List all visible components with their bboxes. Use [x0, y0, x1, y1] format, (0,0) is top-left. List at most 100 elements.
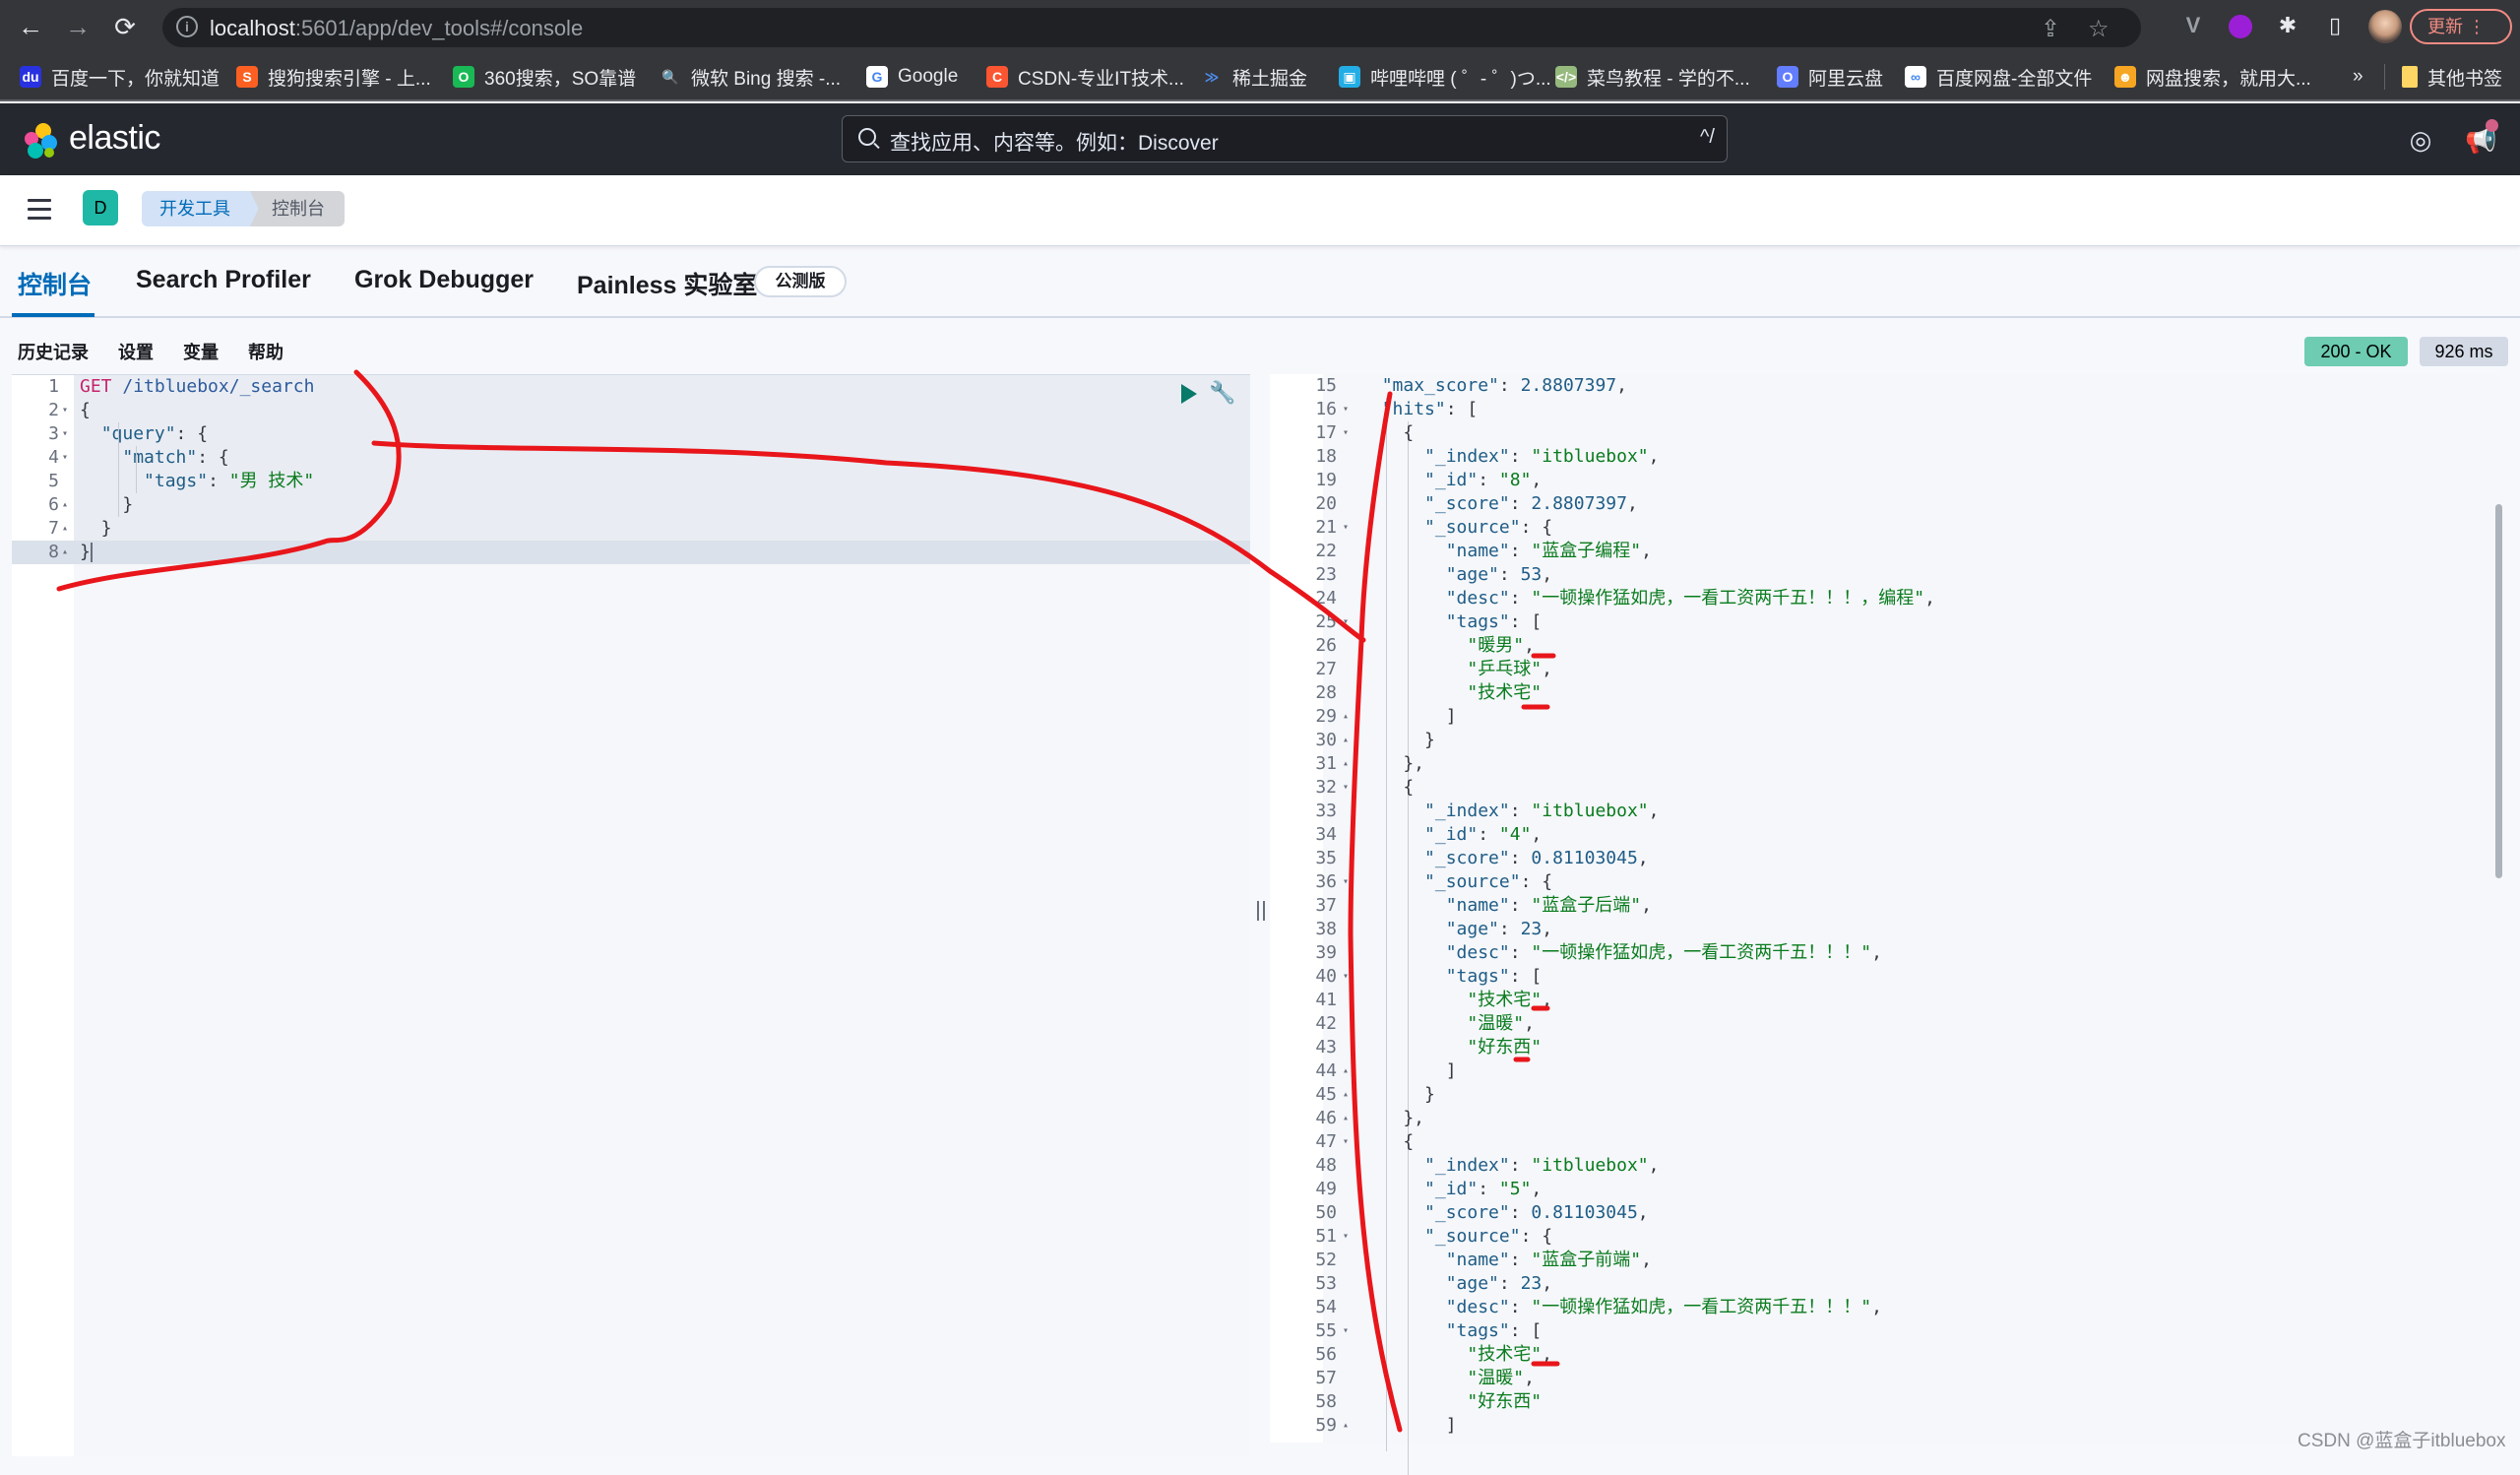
- code-line[interactable]: 38 "age": 23,: [1270, 918, 2500, 941]
- code-line[interactable]: 6 ▴ }: [12, 493, 1250, 517]
- fold-toggle-icon[interactable]: ▴: [1343, 1107, 1349, 1130]
- fold-toggle-icon[interactable]: ▾: [62, 422, 68, 446]
- code-line[interactable]: 7 ▴ }: [12, 517, 1250, 541]
- code-line[interactable]: 20 "_score": 2.8807397,: [1270, 492, 2500, 516]
- update-button[interactable]: 更新 ⋮: [2410, 9, 2512, 44]
- code-line[interactable]: 41 "技术宅",: [1270, 989, 2500, 1012]
- fold-toggle-icon[interactable]: ▾: [62, 446, 68, 470]
- wrench-actions-icon[interactable]: 🔧: [1209, 380, 1235, 406]
- code-line[interactable]: 31 ▴ },: [1270, 752, 2500, 776]
- code-line[interactable]: 36 ▾ "_source": {: [1270, 870, 2500, 894]
- code-line[interactable]: 45 ▴ }: [1270, 1083, 2500, 1107]
- tab-search-profiler[interactable]: Search Profiler: [136, 266, 311, 294]
- code-line[interactable]: 8 ▴}: [12, 541, 1250, 564]
- bookmark-item[interactable]: S 搜狗搜索引擎 - 上...: [236, 64, 431, 90]
- code-line[interactable]: 24 "desc": "一顿操作猛如虎，一看工资两千五！！！，编程",: [1270, 587, 2500, 610]
- code-line[interactable]: 25 ▾ "tags": [: [1270, 610, 2500, 634]
- code-line[interactable]: 43 "好东西": [1270, 1036, 2500, 1059]
- tab-painless-lab[interactable]: Painless 实验室: [577, 266, 757, 301]
- share-icon[interactable]: ⇪: [2041, 15, 2060, 43]
- code-line[interactable]: 5 "tags": "男 技术": [12, 470, 1250, 493]
- other-bookmarks-folder[interactable]: 其他书签: [2402, 64, 2502, 90]
- fold-toggle-icon[interactable]: ▾: [1343, 965, 1349, 989]
- help-lifebuoy-icon[interactable]: ◎: [2406, 125, 2435, 155]
- fold-toggle-icon[interactable]: ▴: [1343, 1059, 1349, 1083]
- send-request-play-icon[interactable]: [1181, 384, 1197, 404]
- side-panel-icon[interactable]: ▯: [2321, 12, 2349, 39]
- code-line[interactable]: 58 "好东西": [1270, 1390, 2500, 1414]
- fold-toggle-icon[interactable]: ▾: [1343, 776, 1349, 800]
- tab-console[interactable]: 控制台: [18, 266, 92, 301]
- fold-toggle-icon[interactable]: ▾: [1343, 1225, 1349, 1249]
- fold-toggle-icon[interactable]: ▴: [1343, 705, 1349, 729]
- resize-handle-icon[interactable]: [1257, 901, 1265, 921]
- fold-toggle-icon[interactable]: ▴: [1343, 1083, 1349, 1107]
- purple-extension-icon[interactable]: [2229, 15, 2252, 39]
- code-line[interactable]: 40 ▾ "tags": [: [1270, 965, 2500, 989]
- code-line[interactable]: 55 ▾ "tags": [: [1270, 1319, 2500, 1343]
- code-line[interactable]: 50 "_score": 0.81103045,: [1270, 1201, 2500, 1225]
- response-viewer[interactable]: 15 "max_score": 2.8807397, 16 ▾ "hits": [1…: [1270, 374, 2500, 1475]
- fold-toggle-icon[interactable]: ▴: [1343, 752, 1349, 776]
- code-line[interactable]: 52 "name": "蓝盒子前端",: [1270, 1249, 2500, 1272]
- fold-toggle-icon[interactable]: ▾: [62, 399, 68, 422]
- menu-toggle-icon[interactable]: [28, 199, 51, 221]
- global-search-input[interactable]: 查找应用、内容等。例如：Discover ^/: [842, 115, 1728, 162]
- bookmark-item[interactable]: ▣ 哔哩哔哩 ( ゜- ゜)つ...: [1339, 64, 1551, 90]
- code-line[interactable]: 23 "age": 53,: [1270, 563, 2500, 587]
- code-line[interactable]: 33 "_index": "itbluebox",: [1270, 800, 2500, 823]
- code-line[interactable]: 57 "温暖",: [1270, 1367, 2500, 1390]
- fold-toggle-icon[interactable]: ▴: [62, 493, 68, 517]
- fold-toggle-icon[interactable]: ▴: [1343, 729, 1349, 752]
- bookmark-item[interactable]: ∞ 百度网盘-全部文件: [1905, 64, 2092, 90]
- breadcrumb-dev-tools[interactable]: 开发工具: [142, 191, 260, 226]
- tab-grok-debugger[interactable]: Grok Debugger: [354, 266, 534, 294]
- bookmark-item[interactable]: </> 菜鸟教程 - 学的不...: [1555, 64, 1750, 90]
- code-line[interactable]: 56 "技术宅",: [1270, 1343, 2500, 1367]
- code-line[interactable]: 32 ▾ {: [1270, 776, 2500, 800]
- code-line[interactable]: 17 ▾ {: [1270, 421, 2500, 445]
- code-line[interactable]: 42 "温暖",: [1270, 1012, 2500, 1036]
- reload-button[interactable]: ⟳: [110, 12, 140, 41]
- code-line[interactable]: 1 GET /itbluebox/_search: [12, 375, 1250, 399]
- bookmark-item[interactable]: C CSDN-专业IT技术...: [986, 64, 1184, 90]
- help-button[interactable]: 帮助: [248, 339, 284, 364]
- bookmark-item[interactable]: du 百度一下，你就知道: [20, 64, 220, 90]
- request-editor[interactable]: 1 GET /itbluebox/_search 2 ▾{3 ▾ "query": {4…: [12, 374, 1250, 1456]
- code-line[interactable]: 44 ▴ ]: [1270, 1059, 2500, 1083]
- code-line[interactable]: 4 ▾ "match": {: [12, 446, 1250, 470]
- code-line[interactable]: 16 ▾ "hits": [: [1270, 398, 2500, 421]
- code-line[interactable]: 48 "_index": "itbluebox",: [1270, 1154, 2500, 1178]
- code-line[interactable]: 28 "技术宅": [1270, 681, 2500, 705]
- fold-toggle-icon[interactable]: ▴: [62, 541, 68, 564]
- code-line[interactable]: 46 ▴ },: [1270, 1107, 2500, 1130]
- site-info-icon[interactable]: i: [176, 16, 198, 37]
- code-line[interactable]: 39 "desc": "一顿操作猛如虎，一看工资两千五！！！",: [1270, 941, 2500, 965]
- fold-toggle-icon[interactable]: ▾: [1343, 398, 1349, 421]
- url-text[interactable]: localhost:5601/app/dev_tools#/console: [210, 16, 583, 41]
- elastic-logo-icon[interactable]: [22, 121, 61, 160]
- code-line[interactable]: 54 "desc": "一顿操作猛如虎，一看工资两千五！！！",: [1270, 1296, 2500, 1319]
- code-line[interactable]: 3 ▾ "query": {: [12, 422, 1250, 446]
- bookmark-item[interactable]: O 360搜索，SO靠谱: [453, 64, 636, 90]
- more-bookmarks-button[interactable]: »: [2353, 64, 2363, 90]
- code-line[interactable]: 2 ▾ {: [12, 399, 1250, 422]
- code-line[interactable]: 26 "暖男",: [1270, 634, 2500, 658]
- fold-toggle-icon[interactable]: ▾: [1343, 870, 1349, 894]
- fold-toggle-icon[interactable]: ▾: [1343, 1130, 1349, 1154]
- variables-button[interactable]: 变量: [183, 339, 219, 364]
- fold-toggle-icon[interactable]: ▾: [1343, 516, 1349, 540]
- fold-toggle-icon[interactable]: ▾: [1343, 421, 1349, 445]
- vue-devtools-extension-icon[interactable]: V: [2179, 12, 2207, 39]
- bookmark-item[interactable]: ≫ 稀土掘金: [1201, 64, 1307, 90]
- bookmark-item[interactable]: G Google: [866, 64, 958, 90]
- fold-toggle-icon[interactable]: ▴: [62, 517, 68, 541]
- code-line[interactable]: 19 "_id": "8",: [1270, 469, 2500, 492]
- code-line[interactable]: 30 ▴ }: [1270, 729, 2500, 752]
- bookmark-item[interactable]: 🔍 微软 Bing 搜索 -...: [660, 64, 841, 90]
- forward-button[interactable]: →: [63, 12, 93, 41]
- code-line[interactable]: 34 "_id": "4",: [1270, 823, 2500, 847]
- code-line[interactable]: 22 "name": "蓝盒子编程",: [1270, 540, 2500, 563]
- code-line[interactable]: 21 ▾ "_source": {: [1270, 516, 2500, 540]
- back-button[interactable]: ←: [16, 12, 45, 41]
